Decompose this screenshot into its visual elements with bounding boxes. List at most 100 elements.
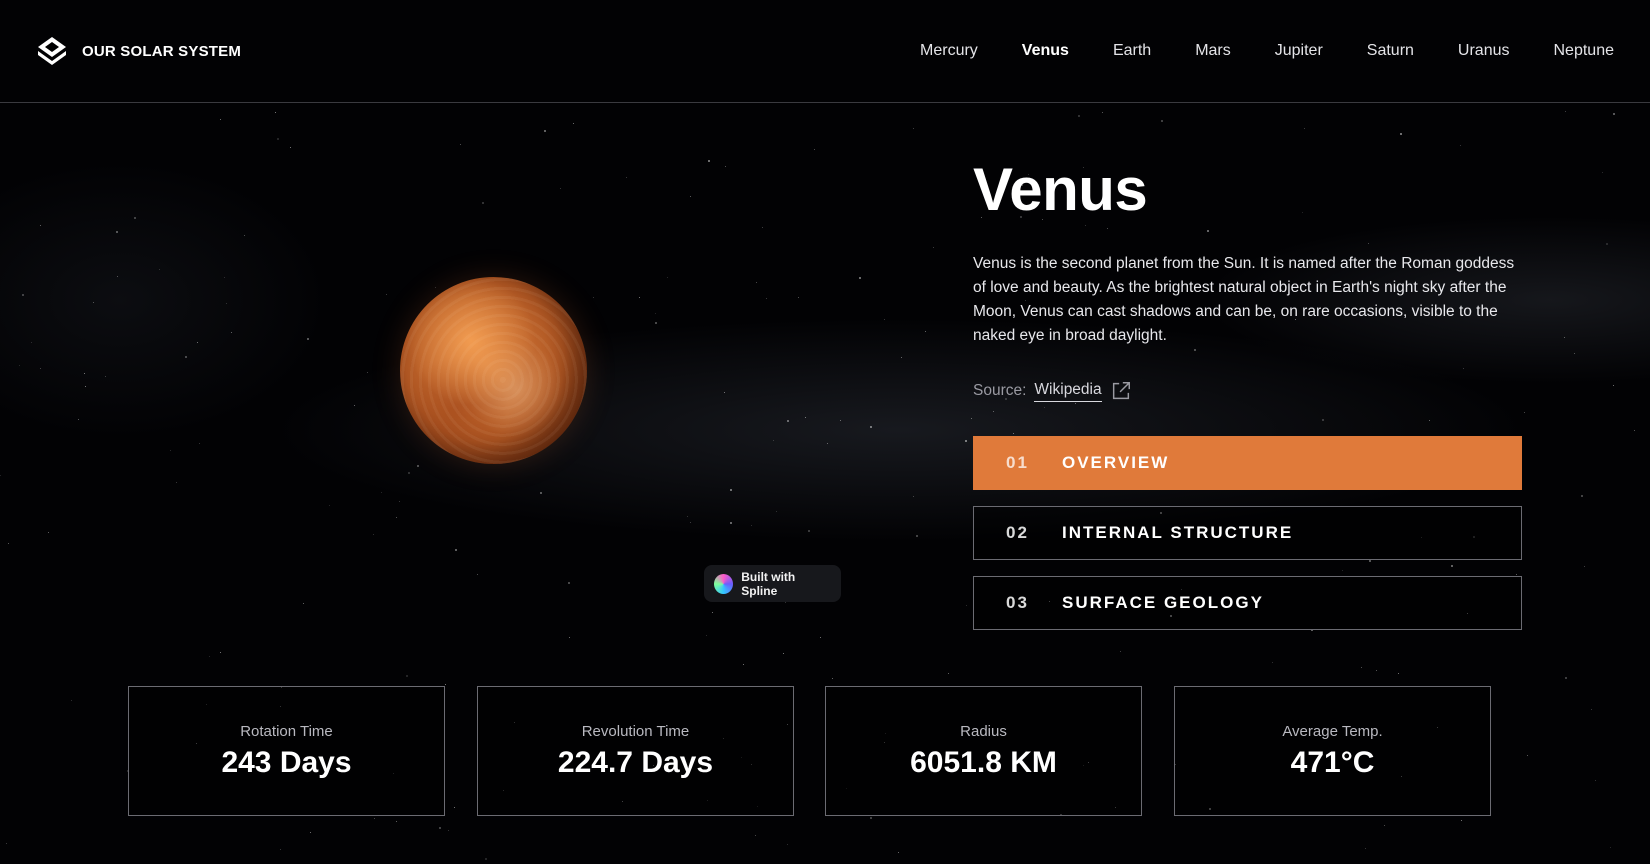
star bbox=[966, 605, 967, 606]
star bbox=[105, 376, 106, 377]
external-link-icon[interactable] bbox=[1110, 380, 1132, 402]
star bbox=[1304, 128, 1305, 129]
brand[interactable]: OUR SOLAR SYSTEM bbox=[36, 35, 241, 67]
site-header: OUR SOLAR SYSTEM Mercury Venus Earth Mar… bbox=[0, 0, 1650, 103]
star bbox=[417, 465, 419, 467]
nav-item-venus[interactable]: Venus bbox=[1022, 42, 1069, 60]
star bbox=[655, 313, 656, 314]
star bbox=[725, 166, 726, 167]
star bbox=[199, 443, 200, 444]
tab-label: INTERNAL STRUCTURE bbox=[1062, 523, 1294, 542]
star bbox=[787, 844, 788, 845]
star bbox=[808, 530, 810, 532]
star bbox=[1194, 349, 1196, 351]
star bbox=[22, 294, 24, 296]
star bbox=[687, 516, 688, 517]
star bbox=[117, 276, 118, 277]
star bbox=[1564, 337, 1565, 338]
nav-item-jupiter[interactable]: Jupiter bbox=[1275, 42, 1323, 60]
star bbox=[485, 858, 487, 860]
star bbox=[859, 277, 861, 279]
star bbox=[1595, 780, 1596, 781]
star bbox=[805, 417, 806, 418]
star bbox=[448, 830, 449, 831]
star bbox=[435, 287, 436, 288]
star bbox=[948, 673, 949, 674]
stat-value: 224.7 Days bbox=[557, 745, 714, 779]
star bbox=[1342, 570, 1343, 571]
tab-number: 01 bbox=[1006, 453, 1029, 472]
star bbox=[1398, 673, 1399, 674]
star bbox=[1591, 709, 1592, 710]
star bbox=[290, 147, 291, 148]
star bbox=[354, 405, 355, 406]
wikipedia-link[interactable]: Wikipedia bbox=[1034, 381, 1102, 402]
star bbox=[6, 843, 7, 844]
tab-internal-structure[interactable]: 02 INTERNAL STRUCTURE bbox=[973, 506, 1522, 560]
star bbox=[84, 373, 85, 374]
star bbox=[925, 331, 926, 332]
star bbox=[231, 332, 232, 333]
star bbox=[639, 297, 640, 298]
brand-name: OUR SOLAR SYSTEM bbox=[82, 42, 242, 60]
star bbox=[690, 522, 691, 523]
nav-item-mars[interactable]: Mars bbox=[1195, 42, 1231, 60]
star bbox=[71, 700, 72, 701]
star bbox=[544, 130, 546, 132]
star bbox=[884, 319, 885, 320]
star bbox=[762, 227, 763, 228]
nav-item-uranus[interactable]: Uranus bbox=[1458, 42, 1510, 60]
star bbox=[655, 322, 657, 324]
star bbox=[93, 302, 94, 303]
star bbox=[209, 656, 210, 657]
star bbox=[756, 282, 757, 283]
tab-number: 03 bbox=[1006, 593, 1029, 612]
stat-label: Revolution Time bbox=[581, 722, 690, 740]
star bbox=[540, 492, 542, 494]
star bbox=[814, 149, 815, 150]
star bbox=[1272, 662, 1273, 663]
star bbox=[399, 501, 400, 502]
star bbox=[898, 852, 899, 853]
star bbox=[706, 635, 707, 636]
star bbox=[916, 535, 918, 537]
star bbox=[1078, 115, 1080, 117]
star bbox=[1384, 825, 1385, 826]
nav-item-neptune[interactable]: Neptune bbox=[1554, 42, 1615, 60]
star bbox=[1606, 243, 1608, 245]
built-with-spline-badge[interactable]: Built with Spline bbox=[704, 565, 841, 602]
star bbox=[901, 357, 902, 358]
tab-label: OVERVIEW bbox=[1062, 453, 1170, 472]
star bbox=[913, 496, 914, 497]
star bbox=[1044, 407, 1045, 408]
star bbox=[455, 549, 457, 551]
nav-item-saturn[interactable]: Saturn bbox=[1367, 42, 1414, 60]
star bbox=[406, 675, 408, 677]
star bbox=[667, 277, 668, 278]
star bbox=[1602, 172, 1603, 173]
nav-item-mercury[interactable]: Mercury bbox=[920, 42, 978, 60]
tab-overview[interactable]: 01 OVERVIEW bbox=[973, 436, 1522, 490]
star bbox=[454, 807, 455, 808]
star bbox=[275, 112, 276, 113]
star bbox=[1460, 145, 1461, 146]
star bbox=[1369, 560, 1371, 562]
star bbox=[116, 231, 118, 233]
star bbox=[1461, 820, 1462, 821]
star bbox=[1581, 495, 1583, 497]
star bbox=[1013, 433, 1014, 434]
nav-item-earth[interactable]: Earth bbox=[1113, 42, 1151, 60]
star bbox=[185, 356, 187, 358]
star bbox=[0, 475, 1, 476]
star bbox=[1302, 212, 1303, 213]
star bbox=[85, 386, 86, 387]
star bbox=[396, 517, 397, 518]
tab-surface-geology[interactable]: 03 SURFACE GEOLOGY bbox=[973, 576, 1522, 630]
star bbox=[626, 177, 627, 178]
star bbox=[78, 419, 79, 420]
venus-planet-3d-view[interactable] bbox=[400, 277, 587, 464]
star bbox=[460, 144, 461, 145]
star bbox=[226, 303, 227, 304]
star bbox=[787, 420, 789, 422]
star bbox=[965, 440, 967, 442]
